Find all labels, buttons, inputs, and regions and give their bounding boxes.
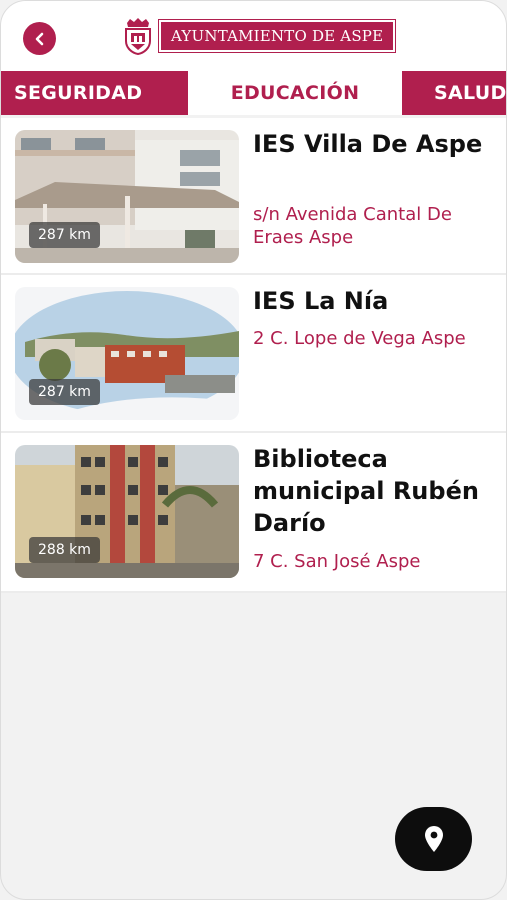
places-list: 287 km IES Villa De Aspe s/n Avenida Can…: [1, 118, 506, 593]
crest-icon: [125, 18, 151, 55]
place-name: IES Villa De Aspe: [253, 130, 483, 158]
tab-educacion[interactable]: EDUCACIÓN: [188, 71, 402, 115]
distance-badge: 288 km: [29, 537, 100, 563]
place-address: s/n Avenida Cantal De Eraes Aspe: [253, 204, 452, 248]
map-fab-button[interactable]: [395, 807, 472, 871]
list-item[interactable]: 287 km IES Villa De Aspe s/n Avenida Can…: [1, 118, 506, 275]
app-screen: AYUNTAMIENTO DE ASPE SEGURIDAD EDUCACIÓN…: [0, 0, 507, 900]
distance-badge: 287 km: [29, 222, 100, 248]
place-photo: 288 km: [15, 445, 239, 578]
list-item[interactable]: 287 km IES La Nía 2 C. Lope de Vega Aspe: [1, 275, 506, 433]
tab-seguridad[interactable]: SEGURIDAD: [1, 71, 188, 115]
place-address: 2 C. Lope de Vega Aspe: [253, 328, 466, 349]
category-tabs: SEGURIDAD EDUCACIÓN SALUD: [1, 71, 506, 115]
place-name: IES La Nía: [253, 287, 389, 315]
ayuntamiento-logo: AYUNTAMIENTO DE ASPE: [123, 17, 397, 55]
distance-badge: 287 km: [29, 379, 100, 405]
place-photo: 287 km: [15, 130, 239, 263]
map-pin-icon: [424, 826, 443, 852]
list-item[interactable]: 288 km Biblioteca municipal Rubén Darío …: [1, 433, 506, 593]
brand-title: AYUNTAMIENTO DE ASPE: [157, 19, 397, 53]
app-header: AYUNTAMIENTO DE ASPE: [1, 1, 506, 71]
back-button[interactable]: [23, 22, 56, 55]
place-name: Biblioteca municipal Rubén Darío: [253, 445, 479, 537]
place-address: 7 C. San José Aspe: [253, 551, 421, 572]
tab-salud[interactable]: SALUD: [402, 71, 506, 115]
place-photo: 287 km: [15, 287, 239, 420]
chevron-left-icon: [35, 32, 43, 45]
